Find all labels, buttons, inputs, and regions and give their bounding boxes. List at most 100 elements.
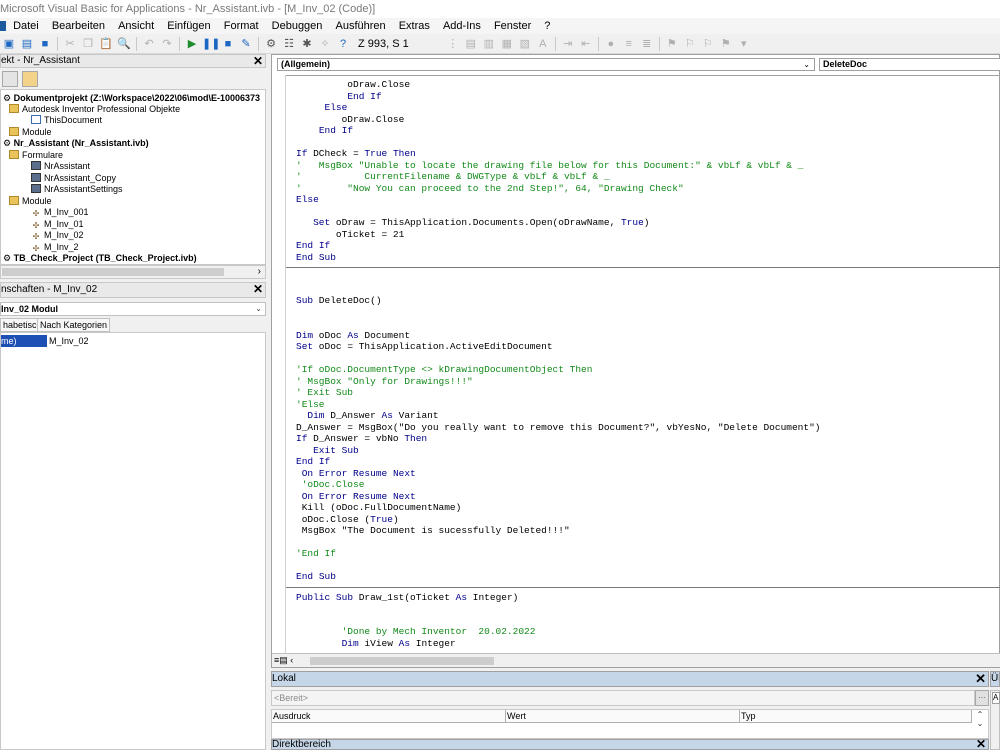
- tree-node-module-2[interactable]: Module: [9, 196, 52, 207]
- code-line[interactable]: Dim D_Answer As Variant: [296, 410, 438, 421]
- code-line[interactable]: 'If oDoc.DocumentType <> kDrawingDocumen…: [296, 364, 592, 375]
- tree-node-thisdocument[interactable]: ThisDocument: [31, 115, 102, 126]
- run-icon[interactable]: ▶: [184, 36, 200, 52]
- view-host-icon[interactable]: ▣: [1, 36, 17, 52]
- tree-node-inventor-objects[interactable]: Autodesk Inventor Professional Objekte: [9, 104, 180, 115]
- properties-object-select[interactable]: Inv_02 Modul ⌄: [0, 302, 266, 316]
- code-line[interactable]: Exit Sub: [296, 445, 359, 456]
- parameter-info-icon[interactable]: ▧: [517, 36, 533, 52]
- menu-ausfuehren[interactable]: Ausführen: [335, 18, 385, 34]
- column-ausdruck[interactable]: Ausdruck: [272, 710, 506, 723]
- code-line[interactable]: Else: [296, 194, 319, 205]
- procedure-combo[interactable]: DeleteDoc: [819, 58, 1000, 71]
- list-properties-icon[interactable]: ▤: [463, 36, 479, 52]
- pause-icon[interactable]: ❚❚: [202, 36, 220, 52]
- code-line[interactable]: On Error Resume Next: [296, 491, 416, 502]
- object-browser-icon[interactable]: ✱: [299, 36, 315, 52]
- toolbox-icon[interactable]: ✧: [317, 36, 333, 52]
- toggle-breakpoint-icon[interactable]: ●: [603, 36, 619, 52]
- code-line[interactable]: On Error Resume Next: [296, 468, 416, 479]
- code-line[interactable]: End Sub: [296, 252, 336, 263]
- indent-icon[interactable]: ⇥: [560, 36, 576, 52]
- code-line[interactable]: 'End If: [296, 548, 336, 559]
- cut-icon[interactable]: ✂: [62, 36, 78, 52]
- code-line[interactable]: Dim oDoc As Document: [296, 330, 410, 341]
- code-line[interactable]: Else: [296, 102, 348, 113]
- tree-node-m-inv-2[interactable]: ✣ M_Inv_2: [31, 242, 79, 253]
- code-line[interactable]: ' CurrentFilename & DWGType & vbLf & vbL…: [296, 171, 610, 182]
- code-line[interactable]: Set oDoc = ThisApplication.ActiveEditDoc…: [296, 341, 553, 352]
- project-explorer-icon[interactable]: ⚙: [263, 36, 279, 52]
- project-tree-scrollbar[interactable]: ›: [0, 265, 266, 279]
- menu-datei[interactable]: Datei: [13, 18, 39, 34]
- locals-scrollbar[interactable]: ⌃ ⌄: [972, 710, 988, 740]
- toggle-folders-icon[interactable]: [22, 71, 38, 87]
- redo-icon[interactable]: ↷: [159, 36, 175, 52]
- design-mode-icon[interactable]: ✎: [238, 36, 254, 52]
- code-line[interactable]: End If: [296, 240, 330, 251]
- menu-help[interactable]: ?: [544, 18, 550, 34]
- tree-node-m-inv-02[interactable]: ✣ M_Inv_02: [31, 230, 84, 241]
- vba-app-icon[interactable]: [0, 21, 6, 32]
- list-constants-icon[interactable]: ▥: [481, 36, 497, 52]
- code-text[interactable]: oDraw.Close End If Else oDraw.Close End …: [286, 79, 1000, 649]
- menu-fenster[interactable]: Fenster: [494, 18, 531, 34]
- tree-node-m-inv-01[interactable]: ✣ M_Inv_01: [31, 219, 84, 230]
- menu-debuggen[interactable]: Debuggen: [272, 18, 323, 34]
- locals-call-stack-button[interactable]: …: [975, 690, 989, 706]
- project-explorer-close-icon[interactable]: ✕: [253, 55, 263, 67]
- comment-block-icon[interactable]: ≡: [621, 36, 637, 52]
- code-line[interactable]: oDoc.Close (True): [296, 514, 399, 525]
- code-line[interactable]: Set oDraw = ThisApplication.Documents.Op…: [296, 217, 649, 228]
- toolbar-options-icon[interactable]: ▾: [736, 36, 752, 52]
- code-line[interactable]: 'Else: [296, 399, 325, 410]
- object-combo[interactable]: (Allgemein) ⌄: [277, 58, 815, 71]
- menu-format[interactable]: Format: [224, 18, 259, 34]
- column-wert[interactable]: Wert: [506, 710, 740, 723]
- copy-icon[interactable]: ❐: [80, 36, 96, 52]
- code-line[interactable]: ' "Now You can proceed to the 2nd Step!"…: [296, 183, 684, 194]
- code-line[interactable]: MsgBox "The Document is sucessfully Dele…: [296, 525, 570, 536]
- code-editor[interactable]: oDraw.Close End If Else oDraw.Close End …: [286, 75, 1000, 653]
- next-bookmark-icon[interactable]: ⚐: [682, 36, 698, 52]
- code-line[interactable]: End If: [296, 91, 381, 102]
- code-line[interactable]: If DCheck = True Then: [296, 148, 416, 159]
- menu-bearbeiten[interactable]: Bearbeiten: [52, 18, 105, 34]
- quick-info-icon[interactable]: ▦: [499, 36, 515, 52]
- tree-node-nrassistantsettings[interactable]: NrAssistantSettings: [31, 184, 123, 195]
- property-value[interactable]: M_Inv_02: [49, 335, 89, 347]
- code-line[interactable]: If D_Answer = vbNo Then: [296, 433, 427, 444]
- code-line[interactable]: oTicket = 21: [296, 229, 404, 240]
- scroll-right-icon[interactable]: ›: [258, 266, 261, 277]
- code-line[interactable]: Sub DeleteDoc(): [296, 295, 382, 306]
- complete-word-icon[interactable]: A: [535, 36, 551, 52]
- tree-node-nrassistant-copy[interactable]: NrAssistant_Copy: [31, 173, 116, 184]
- undo-icon[interactable]: ↶: [141, 36, 157, 52]
- clear-bookmarks-icon[interactable]: ⚑: [718, 36, 734, 52]
- code-line[interactable]: End If: [296, 125, 353, 136]
- menu-einfuegen[interactable]: Einfügen: [167, 18, 210, 34]
- menu-addins[interactable]: Add-Ins: [443, 18, 481, 34]
- code-line[interactable]: Dim iView As Integer: [296, 638, 456, 649]
- chevron-down-icon[interactable]: ⌄: [255, 303, 262, 315]
- toolbar-grip-icon[interactable]: ⋮: [445, 36, 461, 52]
- help-icon[interactable]: ?: [335, 36, 351, 52]
- menu-ansicht[interactable]: Ansicht: [118, 18, 154, 34]
- code-line[interactable]: End If: [296, 456, 330, 467]
- tree-node-m-inv-001[interactable]: ✣ M_Inv_001: [31, 207, 89, 218]
- view-code-icon[interactable]: [2, 71, 18, 87]
- column-typ[interactable]: Typ: [740, 710, 972, 723]
- code-line[interactable]: Public Sub Draw_1st(oTicket As Integer): [296, 592, 518, 603]
- tree-node-nr-assistant[interactable]: ⚙ Nr_Assistant (Nr_Assistant.ivb): [3, 138, 149, 149]
- tree-node-formulare[interactable]: Formulare: [9, 150, 63, 161]
- insert-module-icon[interactable]: ▤: [19, 36, 35, 52]
- tree-node-dokumentprojekt[interactable]: ⚙ Dokumentprojekt (Z:\Workspace\2022\06\…: [3, 93, 260, 104]
- menu-extras[interactable]: Extras: [399, 18, 430, 34]
- code-line[interactable]: oDraw.Close: [296, 114, 405, 125]
- code-line[interactable]: 'oDoc.Close: [296, 479, 365, 490]
- immediate-close-icon[interactable]: ✕: [976, 738, 986, 750]
- properties-close-icon[interactable]: ✕: [253, 283, 263, 295]
- properties-window-icon[interactable]: ☷: [281, 36, 297, 52]
- code-line[interactable]: End Sub: [296, 571, 336, 582]
- chevron-down-icon[interactable]: ⌄: [803, 59, 810, 70]
